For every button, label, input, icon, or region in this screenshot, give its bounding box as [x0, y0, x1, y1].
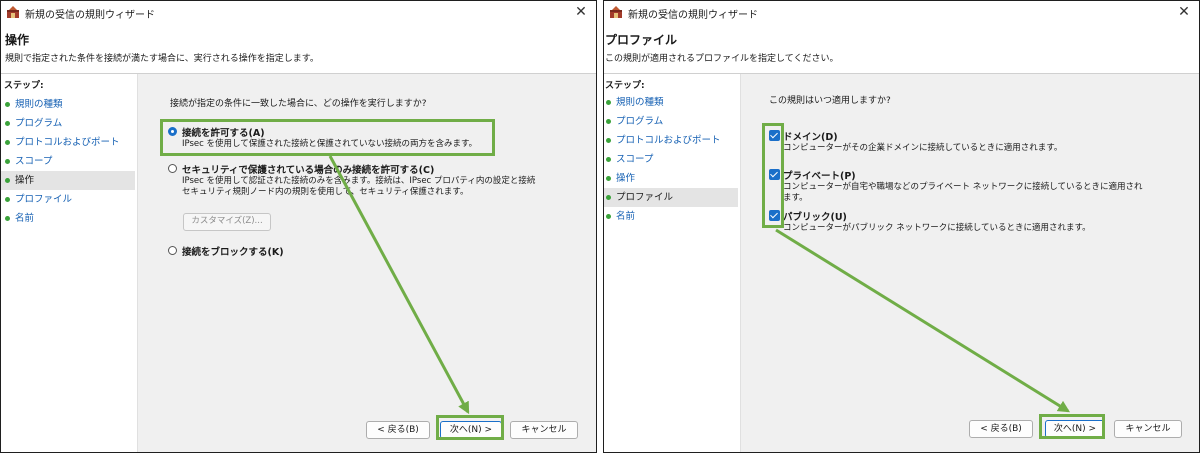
step-label: プログラム — [15, 118, 63, 129]
page-title: プロファイル — [605, 33, 678, 47]
step-bullet-icon — [5, 178, 10, 183]
profile-private-description-line1: コンピューターが自宅や職場などのプライベート ネットワークに接続しているときに適… — [783, 182, 1143, 192]
page-description: 規則で指定された条件を接続が満たす場合に、実行される操作を指定します。 — [5, 54, 319, 64]
step-label: プログラム — [616, 116, 664, 127]
step-label: 操作 — [616, 173, 636, 184]
step-bullet-icon — [606, 157, 611, 162]
checkbox-icon[interactable] — [769, 130, 780, 141]
step-profile[interactable]: プロファイル — [604, 188, 738, 207]
step-rule-type[interactable]: 規則の種類 — [604, 93, 738, 112]
page-header: プロファイル この規則が適用されるプロファイルを指定してください。 — [604, 25, 1199, 74]
step-action[interactable]: 操作 — [1, 171, 135, 190]
action-question: 接続が指定の条件に一致した場合に、どの操作を実行しますか? — [170, 99, 427, 109]
checkbox-icon[interactable] — [769, 210, 780, 221]
step-scope[interactable]: スコープ — [1, 152, 135, 171]
profile-question: この規則はいつ適用しますか? — [769, 96, 891, 106]
firewall-wizard-icon — [7, 6, 19, 18]
action-wizard-window: 新規の受信の規則ウィザード ✕ 操作 規則で指定された条件を接続が満たす場合に、… — [0, 0, 597, 453]
step-rule-type[interactable]: 規則の種類 — [1, 95, 135, 114]
page-title: 操作 — [5, 33, 30, 47]
step-profile[interactable]: プロファイル — [1, 190, 135, 209]
step-name[interactable]: 名前 — [1, 209, 135, 228]
step-bullet-icon — [5, 159, 10, 164]
title-bar: 新規の受信の規則ウィザード ✕ — [1, 1, 596, 25]
content-area: この規則はいつ適用しますか? ドメイン(D) コンピューターがその企業ドメインに… — [741, 74, 1199, 452]
option-allow-secure-description-line1: IPsec を使用して認証された接続のみを含みます。接続は、IPsec プロパテ… — [182, 176, 536, 186]
back-button[interactable]: < 戻る(B) — [366, 421, 430, 439]
steps-panel: ステップ: 規則の種類 プログラム プロトコルおよびポート スコープ 操作 プロ… — [604, 74, 741, 452]
step-label: 名前 — [15, 213, 35, 224]
step-label: 名前 — [616, 211, 636, 222]
step-program[interactable]: プログラム — [1, 114, 135, 133]
option-allow-secure-description-line2: セキュリティ規則ノード内の規則を使用して、セキュリティ保護されます。 — [182, 187, 469, 197]
step-bullet-icon — [5, 197, 10, 202]
step-label: プロトコルおよびポート — [15, 137, 120, 148]
step-label: プロファイル — [15, 194, 73, 205]
radio-icon[interactable] — [168, 164, 177, 173]
profile-public-label: パブリック(U) — [783, 212, 847, 223]
next-button[interactable]: 次へ(N) > — [440, 421, 502, 439]
page-description: この規則が適用されるプロファイルを指定してください。 — [605, 54, 839, 64]
step-label: スコープ — [616, 154, 654, 165]
option-allow-label: 接続を許可する(A) — [182, 128, 265, 139]
profile-wizard-window: 新規の受信の規則ウィザード ✕ プロファイル この規則が適用されるプロファイルを… — [603, 0, 1200, 453]
profile-private-description-line2: ます。 — [783, 193, 808, 203]
steps-heading: ステップ: — [4, 81, 44, 91]
option-allow-secure-label: セキュリティで保護されている場合のみ接続を許可する(C) — [182, 165, 435, 176]
steps-heading: ステップ: — [605, 81, 645, 91]
step-bullet-icon — [606, 119, 611, 124]
step-label: 規則の種類 — [616, 97, 664, 108]
profile-private-label: プライベート(P) — [783, 171, 856, 182]
step-bullet-icon — [606, 195, 611, 200]
close-icon[interactable]: ✕ — [572, 3, 590, 21]
content-area: 接続が指定の条件に一致した場合に、どの操作を実行しますか? 接続を許可する(A)… — [138, 74, 596, 452]
radio-icon[interactable] — [168, 127, 177, 136]
step-bullet-icon — [606, 138, 611, 143]
option-block-label: 接続をブロックする(K) — [182, 247, 284, 258]
step-protocol-ports[interactable]: プロトコルおよびポート — [1, 133, 135, 152]
title-bar: 新規の受信の規則ウィザード ✕ — [604, 1, 1199, 25]
step-bullet-icon — [5, 102, 10, 107]
step-bullet-icon — [5, 121, 10, 126]
profile-public-description: コンピューターがパブリック ネットワークに接続しているときに適用されます。 — [783, 223, 1091, 233]
step-program[interactable]: プログラム — [604, 112, 738, 131]
cancel-button[interactable]: キャンセル — [1114, 420, 1182, 438]
back-button[interactable]: < 戻る(B) — [969, 420, 1033, 438]
radio-icon[interactable] — [168, 246, 177, 255]
step-protocol-ports[interactable]: プロトコルおよびポート — [604, 131, 738, 150]
customize-button[interactable]: カスタマイズ(Z)... — [183, 213, 271, 231]
close-icon[interactable]: ✕ — [1175, 3, 1193, 21]
step-name[interactable]: 名前 — [604, 207, 738, 226]
checkbox-icon[interactable] — [769, 169, 780, 180]
step-label: スコープ — [15, 156, 53, 167]
page-header: 操作 規則で指定された条件を接続が満たす場合に、実行される操作を指定します。 — [1, 25, 596, 74]
step-label: 規則の種類 — [15, 99, 63, 110]
step-label: プロファイル — [616, 192, 674, 203]
step-scope[interactable]: スコープ — [604, 150, 738, 169]
window-title: 新規の受信の規則ウィザード — [628, 10, 758, 21]
step-bullet-icon — [5, 216, 10, 221]
option-allow-description: IPsec を使用して保護された接続と保護されていない接続の両方を含みます。 — [182, 139, 478, 149]
next-button[interactable]: 次へ(N) > — [1045, 420, 1105, 438]
profile-domain-label: ドメイン(D) — [783, 132, 838, 143]
step-action[interactable]: 操作 — [604, 169, 738, 188]
profile-domain-description: コンピューターがその企業ドメインに接続しているときに適用されます。 — [783, 143, 1063, 153]
step-label: 操作 — [15, 175, 35, 186]
step-bullet-icon — [5, 140, 10, 145]
window-title: 新規の受信の規則ウィザード — [25, 10, 155, 21]
cancel-button[interactable]: キャンセル — [510, 421, 578, 439]
step-bullet-icon — [606, 100, 611, 105]
step-label: プロトコルおよびポート — [616, 135, 721, 146]
firewall-wizard-icon — [610, 6, 622, 18]
step-bullet-icon — [606, 214, 611, 219]
steps-panel: ステップ: 規則の種類 プログラム プロトコルおよびポート スコープ 操作 プロ… — [1, 74, 138, 452]
step-bullet-icon — [606, 176, 611, 181]
